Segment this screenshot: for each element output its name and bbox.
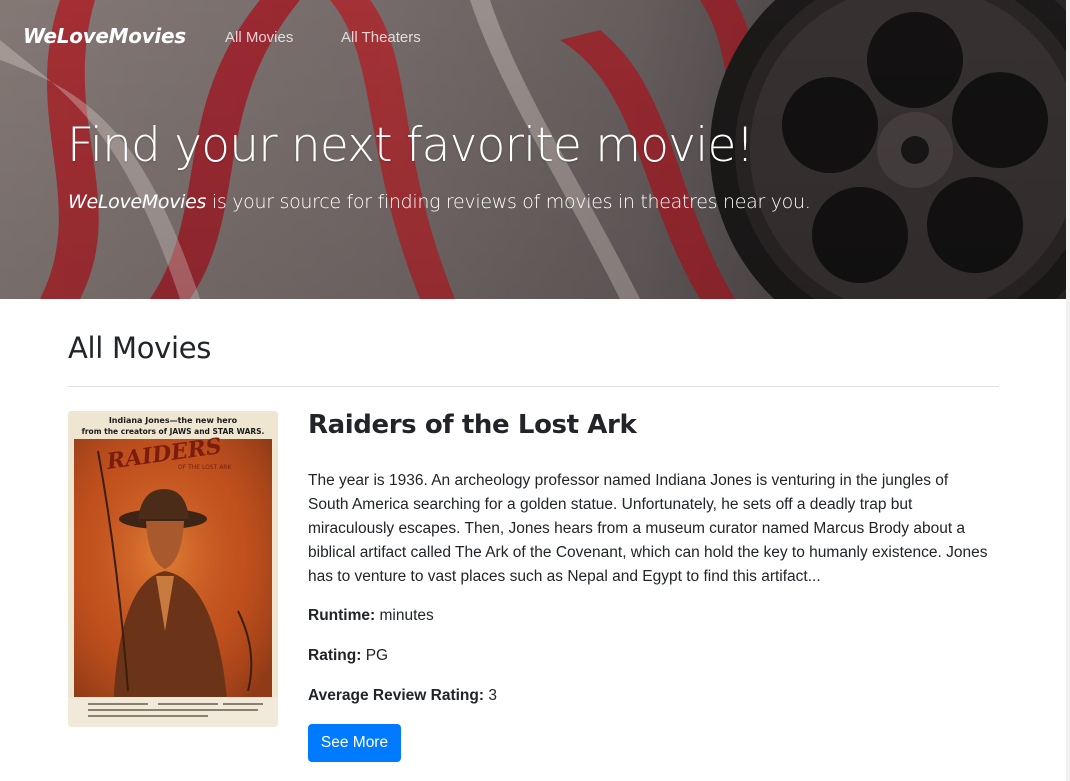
hero-banner: WeLoveMovies All Movies All Theaters Fin…	[0, 0, 1070, 299]
nav-link-all-theaters[interactable]: All Theaters	[341, 29, 421, 46]
hero-lead-brand: WeLoveMovies	[68, 191, 207, 213]
movie-average-review-rating: Average Review Rating: 3	[308, 687, 497, 705]
movie-rating: Rating: PG	[308, 647, 388, 665]
section-title: All Movies	[68, 331, 212, 365]
section-divider	[68, 386, 999, 387]
brand-logo-link[interactable]: WeLoveMovies	[23, 24, 186, 48]
top-navbar: WeLoveMovies All Movies All Theaters	[0, 0, 1070, 76]
average-rating-label: Average Review Rating:	[308, 687, 485, 704]
rating-value: PG	[361, 647, 389, 664]
see-more-button[interactable]: See More	[308, 724, 401, 762]
runtime-label: Runtime:	[308, 607, 376, 624]
hero-lead-text: is your source for finding reviews of mo…	[206, 191, 811, 213]
runtime-value: minutes	[375, 607, 434, 624]
poster-tagline-2: from the creators of JAWS and STAR WARS.	[82, 427, 265, 436]
movie-poster-image: Indiana Jones—the new hero from the crea…	[68, 411, 278, 727]
movie-runtime: Runtime: minutes	[308, 607, 434, 625]
rating-label: Rating:	[308, 647, 362, 664]
poster-logo-sub: OF THE LOST ARK	[178, 464, 232, 471]
movie-description: The year is 1936. An archeology professo…	[308, 472, 988, 585]
hero-lead: WeLoveMovies is your source for finding …	[68, 191, 811, 213]
nav-link-all-movies[interactable]: All Movies	[225, 29, 293, 46]
average-rating-value: 3	[484, 687, 497, 704]
movie-title: Raiders of the Lost Ark	[308, 410, 637, 440]
hero-title: Find your next favorite movie!	[67, 118, 754, 173]
scrollbar[interactable]	[1066, 0, 1070, 781]
poster-tagline-1: Indiana Jones—the new hero	[109, 416, 238, 425]
